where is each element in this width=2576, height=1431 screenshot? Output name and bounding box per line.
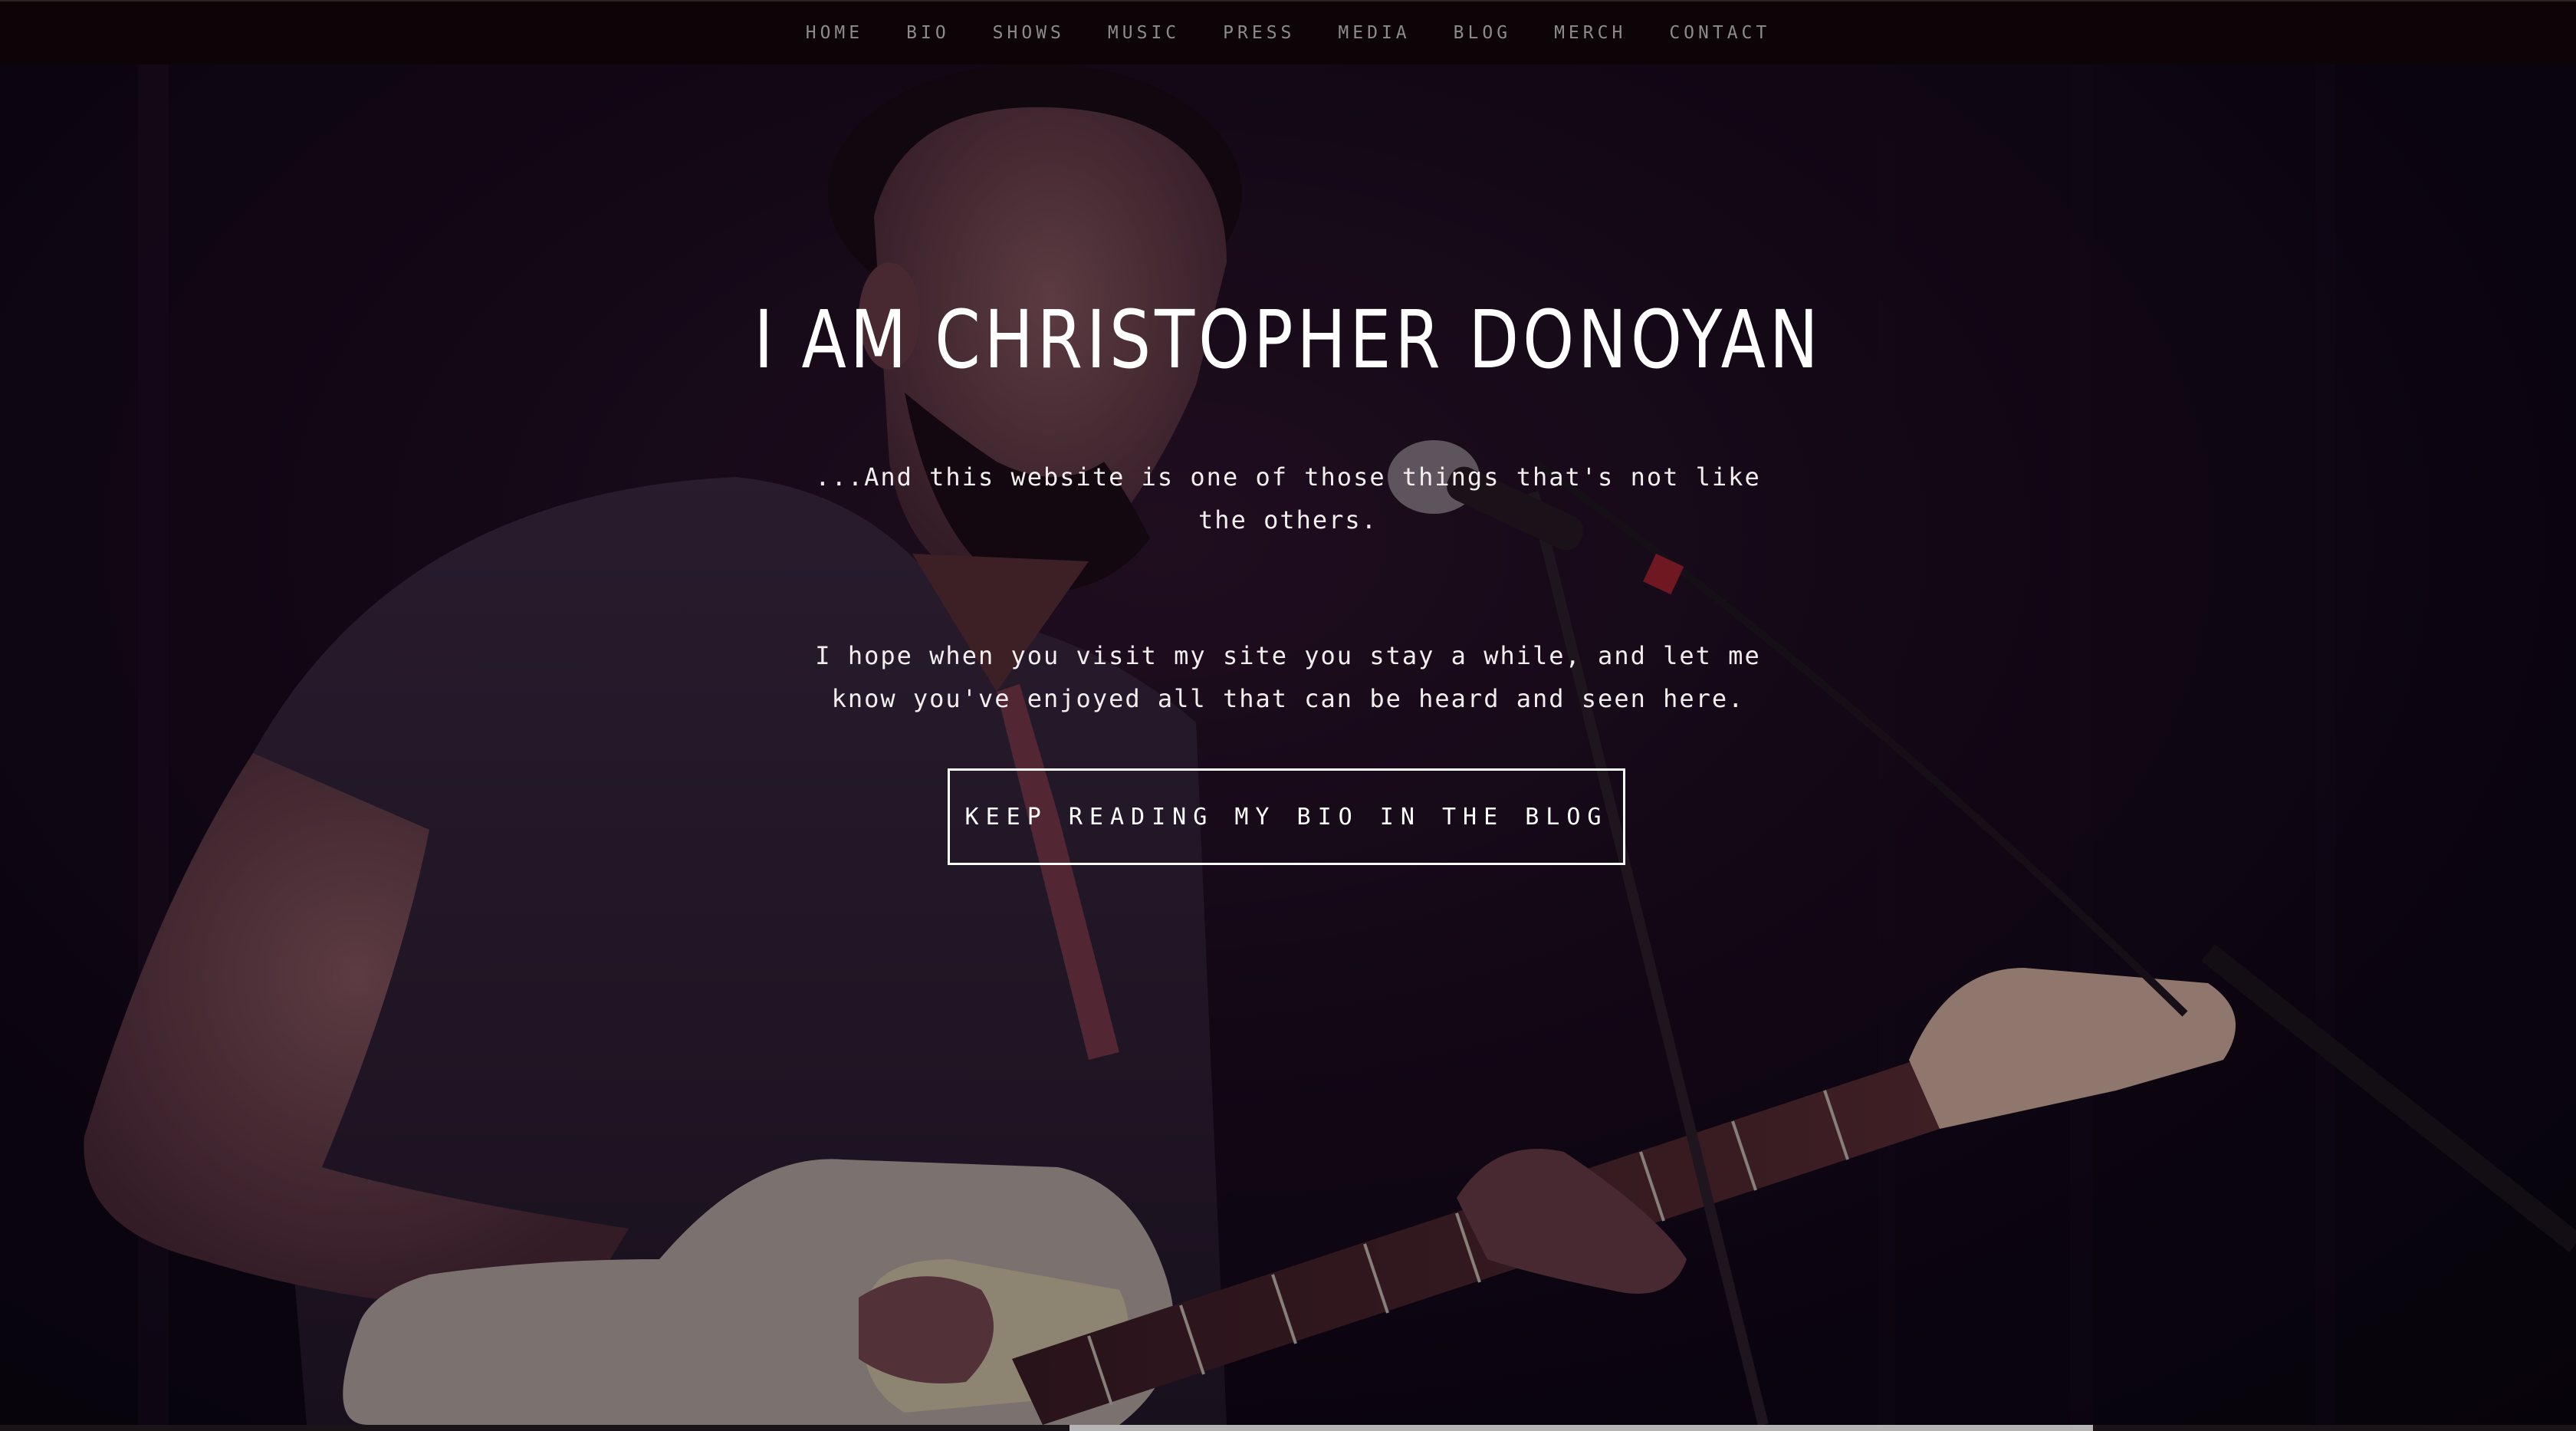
nav-link-home[interactable]: HOME: [806, 17, 863, 49]
horizontal-scrollbar[interactable]: [0, 1425, 2576, 1431]
hero-title: I AM CHRISTOPHER DONOYAN: [754, 293, 1822, 387]
hero-section: I AM CHRISTOPHER DONOYAN ...And this web…: [0, 63, 2576, 1425]
nav-link-blog[interactable]: BLOG: [1454, 17, 1511, 49]
nav-link-merch[interactable]: MERCH: [1554, 17, 1626, 49]
nav-link-bio[interactable]: BIO: [906, 17, 950, 49]
hero-intro-text: I hope when you visit my site you stay a…: [815, 641, 1761, 713]
nav-link-music[interactable]: MUSIC: [1108, 17, 1180, 49]
nav-link-media[interactable]: MEDIA: [1338, 17, 1410, 49]
hero-tagline: ...And this website is one of those thin…: [815, 462, 1761, 535]
nav-link-shows[interactable]: SHOWS: [993, 17, 1065, 49]
nav-link-contact[interactable]: CONTACT: [1669, 17, 1770, 49]
hero-dark-overlay: [0, 63, 2576, 1425]
top-navigation: HOME BIO SHOWS MUSIC PRESS MEDIA BLOG ME…: [0, 0, 2576, 64]
nav-link-press[interactable]: PRESS: [1223, 17, 1295, 49]
keep-reading-bio-button[interactable]: KEEP READING MY BIO IN THE BLOG: [948, 768, 1625, 865]
scrollbar-thumb[interactable]: [1070, 1425, 2093, 1431]
nav-menu: HOME BIO SHOWS MUSIC PRESS MEDIA BLOG ME…: [806, 17, 1771, 49]
